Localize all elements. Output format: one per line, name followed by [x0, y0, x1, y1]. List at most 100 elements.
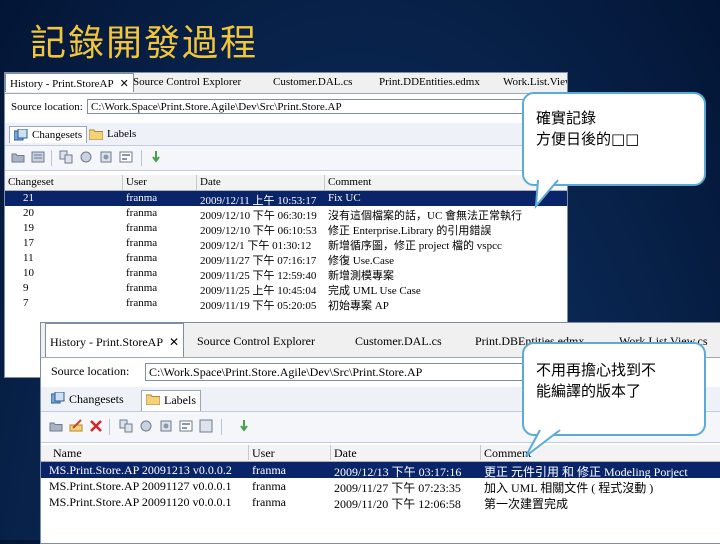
- rollback-icon[interactable]: [237, 419, 251, 433]
- tab-changesets[interactable]: Changesets: [47, 390, 128, 410]
- changeset-row[interactable]: 17 franma 2009/12/1 下午 01:30:12 新增循序圖，修正 pr…: [5, 236, 567, 252]
- label-row[interactable]: MS.Print.Store.AP 20091120 v0.0.0.1 franm…: [41, 494, 720, 511]
- column-header-changeset[interactable]: Changeset: [5, 175, 123, 190]
- cell-date: 2009/11/20 下午 12:06:58: [334, 497, 461, 511]
- compare-icon[interactable]: [119, 419, 133, 433]
- cell-user: franma: [126, 237, 158, 249]
- label-row[interactable]: MS.Print.Store.AP 20091213 v0.0.0.2 franm…: [41, 462, 720, 479]
- cell-comment: 初始專案 AP: [328, 300, 389, 312]
- close-icon[interactable]: ✕: [169, 335, 179, 349]
- labels-folder-icon: [89, 129, 103, 140]
- column-header-user[interactable]: User: [249, 445, 331, 460]
- open-folder-icon[interactable]: [11, 150, 25, 164]
- column-header-date[interactable]: Date: [331, 445, 481, 460]
- source-location-field[interactable]: C:\Work.Space\Print.Store.Agile\Dev\Src\…: [87, 99, 527, 114]
- tab-changesets-label: Changesets: [32, 129, 83, 141]
- tab-label: History - Print.StoreAP: [50, 335, 164, 349]
- tab-changesets-label: Changesets: [69, 392, 124, 406]
- column-header-user[interactable]: User: [123, 175, 197, 190]
- toolbar-separator: [51, 150, 52, 166]
- callout-buildable-version: 不用再擔心找到不 能編譯的版本了: [522, 342, 706, 457]
- tab-label: History - Print.StoreAP: [10, 78, 114, 90]
- history-toolbar: [5, 146, 567, 171]
- source-location-field[interactable]: C:\Work.Space\Print.Store.Agile\Dev\Src\…: [145, 363, 565, 381]
- toolbar-separator: [221, 419, 222, 435]
- tab-labels[interactable]: Labels: [85, 126, 140, 143]
- callout-line-2: 方便日後的□□: [536, 130, 640, 148]
- close-icon[interactable]: ✕: [120, 77, 129, 90]
- tab-source-control-explorer[interactable]: Source Control Explorer: [133, 76, 241, 88]
- edit-label-icon[interactable]: [69, 419, 83, 433]
- cell-user: franma: [252, 495, 286, 509]
- cell-user: franma: [126, 252, 158, 264]
- cell-user: franma: [126, 192, 158, 204]
- tab-customer-dal[interactable]: Customer.DAL.cs: [355, 334, 442, 349]
- changeset-row[interactable]: 19 franma 2009/12/10 下午 06:10:53 修正 Enterpr…: [5, 221, 567, 237]
- cell-changeset: 10: [23, 267, 34, 279]
- grid-header: Changeset User Date Comment: [5, 175, 567, 191]
- tab-labels-label: Labels: [107, 128, 137, 140]
- toolbar-separator: [109, 419, 110, 435]
- tab-entities-edmx[interactable]: Print.DDEntities.edmx: [379, 76, 480, 88]
- history-view-tabs: Changesets Labels: [5, 123, 567, 146]
- changesets-icon: [14, 129, 28, 141]
- labels-folder-icon: [146, 394, 160, 405]
- tab-customer-dal[interactable]: Customer.DAL.cs: [273, 76, 352, 88]
- changeset-row[interactable]: 9 franma 2009/11/25 上午 10:45:04 完成 UML Use …: [5, 281, 567, 297]
- properties-icon[interactable]: [119, 150, 133, 164]
- labels-grid: Name User Date Comment MS.Print.Store.AP…: [41, 445, 720, 543]
- cell-changeset: 17: [23, 237, 34, 249]
- cell-name: MS.Print.Store.AP 20091127 v0.0.0.1: [49, 479, 232, 493]
- grid-header: Name User Date Comment: [41, 445, 720, 462]
- toolbar-separator: [141, 150, 142, 166]
- details-icon[interactable]: [199, 419, 213, 433]
- callout-line-1: 不用再擔心找到不: [536, 361, 657, 379]
- source-location-row: Source location: C:\Work.Space\Print.Sto…: [5, 97, 567, 117]
- callout-line-1: 確實記錄: [536, 109, 597, 127]
- tab-history[interactable]: History - Print.StoreAP ✕: [45, 323, 185, 357]
- cell-name: MS.Print.Store.AP 20091120 v0.0.0.1: [49, 495, 232, 509]
- changeset-row[interactable]: 11 franma 2009/11/27 下午 07:16:17 修復 Use.Cas…: [5, 251, 567, 267]
- column-header-comment[interactable]: Comment: [481, 445, 720, 460]
- properties-icon[interactable]: [179, 419, 193, 433]
- cell-changeset: 20: [23, 207, 34, 219]
- view-details-icon[interactable]: [31, 150, 45, 164]
- cell-user: franma: [126, 267, 158, 279]
- cell-changeset: 9: [23, 282, 29, 294]
- tab-work-list-view[interactable]: Work.List.View: [503, 76, 567, 88]
- get-version-icon[interactable]: [99, 150, 113, 164]
- column-header-date[interactable]: Date: [197, 175, 325, 190]
- cell-user: franma: [126, 207, 158, 219]
- tab-changesets[interactable]: Changesets: [9, 126, 88, 143]
- tab-source-control-explorer[interactable]: Source Control Explorer: [197, 334, 315, 349]
- cell-user: franma: [252, 463, 286, 477]
- changesets-icon: [51, 392, 65, 404]
- tab-history[interactable]: History - Print.StoreAP ✕: [5, 73, 134, 92]
- changeset-row[interactable]: 7 franma 2009/11/19 下午 05:20:05 初始專案 AP: [5, 296, 567, 312]
- changeset-row[interactable]: 21 franma 2009/12/11 上午 10:53:17 Fix UC: [5, 191, 567, 207]
- annotate-icon[interactable]: [79, 150, 93, 164]
- delete-icon[interactable]: [89, 419, 103, 433]
- compare-icon[interactable]: [59, 150, 73, 164]
- changeset-row[interactable]: 10 franma 2009/11/25 下午 12:59:40 新增測模專案: [5, 266, 567, 282]
- label-row[interactable]: MS.Print.Store.AP 20091127 v0.0.0.1 franm…: [41, 478, 720, 495]
- cell-changeset: 21: [23, 192, 34, 204]
- open-folder-icon[interactable]: [49, 419, 63, 433]
- source-location-label: Source location:: [11, 101, 83, 113]
- tab-labels[interactable]: Labels: [141, 390, 201, 411]
- cell-name: MS.Print.Store.AP 20091213 v0.0.0.2: [49, 463, 232, 477]
- document-tab-bar: History - Print.StoreAP ✕ Source Control …: [5, 73, 567, 94]
- get-version-icon[interactable]: [159, 419, 173, 433]
- column-header-name[interactable]: Name: [41, 445, 249, 460]
- cell-date: 2009/11/19 下午 05:20:05: [200, 300, 317, 312]
- changeset-row[interactable]: 20 franma 2009/12/10 下午 06:30:19 沒有這個檔案的話，U…: [5, 206, 567, 222]
- cell-comment: 第一次建置完成: [484, 497, 569, 511]
- slide-title: 記錄開發過程: [30, 23, 259, 64]
- callout-pointer: [525, 427, 561, 457]
- cell-changeset: 11: [23, 252, 34, 264]
- cell-user: franma: [126, 222, 158, 234]
- cell-comment: Fix UC: [328, 192, 361, 204]
- annotate-icon[interactable]: [139, 419, 153, 433]
- tab-labels-label: Labels: [164, 393, 196, 407]
- rollback-icon[interactable]: [149, 150, 163, 164]
